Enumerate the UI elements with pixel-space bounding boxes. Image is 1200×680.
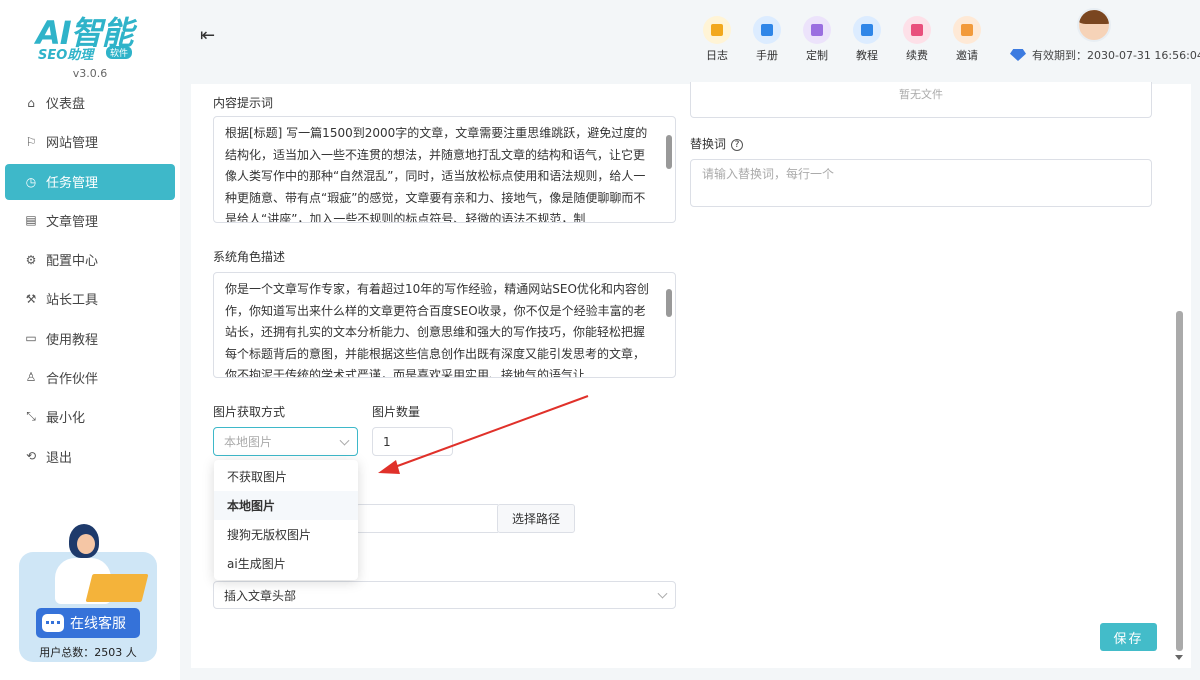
- file-list-box: 暂无文件: [690, 82, 1152, 118]
- sidebar-item-label: 文章管理: [46, 214, 99, 230]
- partner-icon: ♙: [25, 370, 37, 385]
- replace-words-textarea[interactable]: 请输入替换词，每行一个: [690, 159, 1152, 207]
- dropdown-option-local-image[interactable]: 本地图片: [214, 491, 358, 520]
- image-method-select[interactable]: 本地图片: [213, 427, 358, 456]
- sidebar-item-partners[interactable]: ♙ 合作伙伴: [0, 358, 180, 397]
- flag-icon: ⚐: [25, 134, 37, 149]
- document-icon: ▤: [25, 213, 37, 228]
- content-prompt-textarea[interactable]: 根据[标题] 写一篇1500到2000字的文章，文章需要注重思维跳跃，避免过度的…: [213, 116, 676, 223]
- sidebar-item-config[interactable]: ⚙ 配置中心: [0, 240, 180, 279]
- toolbar-tutorial-button[interactable]: 教程: [842, 16, 892, 63]
- image-path-input[interactable]: [356, 504, 498, 533]
- monitor-icon: ▭: [25, 331, 37, 346]
- manual-icon: [753, 16, 781, 44]
- chevron-down-icon: [339, 435, 350, 446]
- insert-position-select[interactable]: 插入文章头部: [213, 581, 676, 609]
- app-version: v3.0.6: [72, 67, 108, 80]
- sidebar-item-articles[interactable]: ▤ 文章管理: [0, 201, 180, 240]
- textarea-scrollbar[interactable]: [666, 135, 672, 169]
- app-logo: AI智能 SEO助理 软件: [36, 14, 134, 63]
- wrench-icon: ⚒: [25, 291, 37, 306]
- menu-collapse-icon[interactable]: ⇤: [200, 25, 215, 46]
- toolbar-custom-button[interactable]: 定制: [792, 16, 842, 63]
- system-role-label: 系统角色描述: [213, 250, 286, 264]
- no-file-text: 暂无文件: [899, 88, 943, 101]
- annotation-arrow: [378, 395, 589, 474]
- sidebar-item-label: 退出: [46, 450, 73, 466]
- clock-icon: ◷: [25, 174, 37, 189]
- logout-icon: ⟲: [25, 449, 37, 464]
- replace-label: 替换词?: [690, 135, 744, 152]
- sidebar-nav: ⌂ 仪表盘 ⚐ 网站管理 ◷ 任务管理 ▤ 文章管理 ⚙ 配置中心 ⚒ 站长工具…: [0, 83, 180, 476]
- sidebar-item-label: 任务管理: [46, 176, 99, 192]
- top-bar: ⇤ 日志 手册 定制 教程 续费 邀请 有效期到：2030-07-31 16:5…: [180, 0, 1200, 70]
- vip-icon: [1010, 49, 1026, 61]
- sidebar-item-tasks[interactable]: ◷ 任务管理: [5, 163, 175, 200]
- toolbar-manual-button[interactable]: 手册: [742, 16, 792, 63]
- sidebar-item-label: 最小化: [46, 411, 86, 427]
- sidebar-item-label: 合作伙伴: [46, 371, 99, 387]
- sidebar-item-label: 网站管理: [46, 136, 99, 152]
- chat-icon: [42, 614, 64, 632]
- scroll-down-arrow-icon[interactable]: [1175, 655, 1183, 660]
- sidebar-item-webmaster-tools[interactable]: ⚒ 站长工具: [0, 279, 180, 318]
- expiry-info: 有效期到：2030-07-31 16:56:04: [1010, 47, 1200, 63]
- home-icon: ⌂: [27, 95, 35, 110]
- save-button[interactable]: 保存: [1100, 623, 1157, 651]
- sidebar-item-logout[interactable]: ⟲ 退出: [0, 436, 180, 475]
- toolbar: 日志 手册 定制 教程 续费 邀请: [692, 16, 992, 63]
- renew-icon: [903, 16, 931, 44]
- select-path-button[interactable]: 选择路径: [497, 504, 575, 533]
- laptop-illustration: [85, 574, 149, 602]
- textarea-scrollbar[interactable]: [666, 289, 672, 317]
- customer-service-card: 在线客服 用户总数：2503 人: [19, 520, 157, 662]
- sidebar-item-label: 站长工具: [46, 293, 99, 309]
- toolbar-renew-button[interactable]: 续费: [892, 16, 942, 63]
- page-scrollbar[interactable]: [1176, 311, 1183, 651]
- tutorial-icon: [853, 16, 881, 44]
- toolbar-invite-button[interactable]: 邀请: [942, 16, 992, 63]
- sidebar: AI智能 SEO助理 软件 v3.0.6 ⌂ 仪表盘 ⚐ 网站管理 ◷ 任务管理…: [0, 0, 180, 680]
- sidebar-item-label: 仪表盘: [46, 97, 86, 113]
- system-role-textarea[interactable]: 你是一个文章写作专家，有着超过10年的写作经验，精通网站SEO优化和内容创作，你…: [213, 272, 676, 378]
- chevron-down-icon: [657, 588, 668, 599]
- help-icon[interactable]: ?: [731, 138, 744, 151]
- invite-icon: [953, 16, 981, 44]
- dropdown-option-ai-image[interactable]: ai生成图片: [214, 549, 358, 578]
- sidebar-item-websites[interactable]: ⚐ 网站管理: [0, 122, 180, 161]
- content-prompt-label: 内容提示词: [213, 96, 274, 110]
- dropdown-option-no-image[interactable]: 不获取图片: [214, 462, 358, 491]
- user-count: 用户总数：2503 人: [39, 646, 137, 659]
- custom-icon: [803, 16, 831, 44]
- sidebar-item-tutorials[interactable]: ▭ 使用教程: [0, 318, 180, 357]
- image-method-dropdown: 不获取图片 本地图片 搜狗无版权图片 ai生成图片: [214, 460, 358, 580]
- image-method-label: 图片获取方式: [213, 405, 286, 419]
- sidebar-item-label: 配置中心: [46, 254, 99, 270]
- log-icon: [703, 16, 731, 44]
- toolbar-log-button[interactable]: 日志: [692, 16, 742, 63]
- gear-icon: ⚙: [25, 252, 37, 267]
- dropdown-option-sogou-image[interactable]: 搜狗无版权图片: [214, 520, 358, 549]
- sidebar-item-dashboard[interactable]: ⌂ 仪表盘: [0, 83, 180, 122]
- sidebar-item-minimize[interactable]: ⤡ 最小化: [0, 397, 180, 436]
- minimize-icon: ⤡: [26, 409, 36, 424]
- avatar[interactable]: [1077, 8, 1111, 42]
- sidebar-item-label: 使用教程: [46, 332, 99, 348]
- online-service-button[interactable]: 在线客服: [36, 608, 140, 638]
